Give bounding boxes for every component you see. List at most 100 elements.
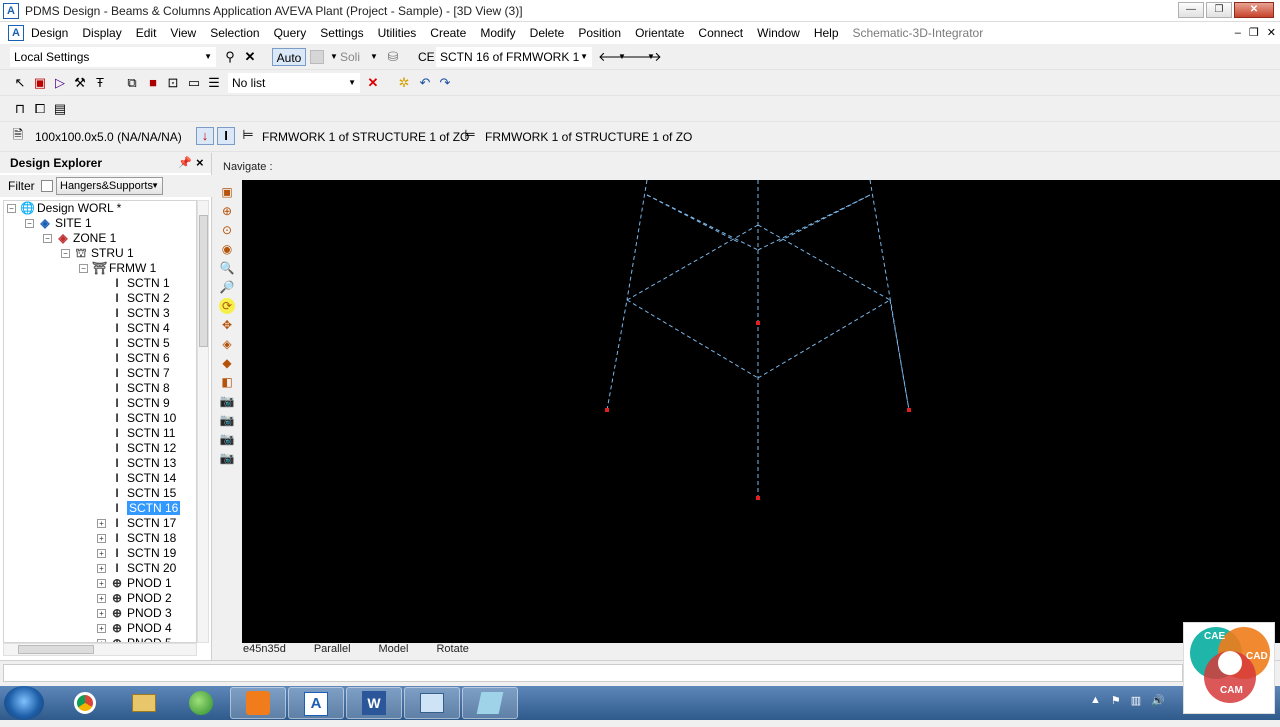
tree-node[interactable]: − ⛩ FRMW 1 — [79, 261, 156, 276]
globe-taskbar-icon[interactable] — [173, 687, 229, 719]
menu-query[interactable]: Query — [267, 22, 314, 44]
structural-member-line[interactable] — [626, 179, 648, 301]
camera-1-icon[interactable]: 📷 — [219, 393, 235, 409]
windows-start-button[interactable] — [4, 686, 44, 720]
maximize-button[interactable]: ❐ — [1206, 2, 1232, 18]
tree-node[interactable]: I SCTN 5 — [97, 336, 169, 351]
aveva-menu-icon[interactable]: A — [8, 25, 24, 41]
auto-button[interactable]: Auto — [272, 48, 306, 66]
chevron-down-icon[interactable]: ▼ — [366, 49, 382, 65]
structural-member-line[interactable] — [869, 179, 910, 411]
pin-icon[interactable]: 📌 — [178, 156, 192, 169]
tree-node[interactable]: I SCTN 15 — [97, 486, 176, 501]
structural-node-marker[interactable] — [756, 496, 760, 500]
save-icon[interactable]: ■ — [145, 75, 161, 91]
tree-expander-icon[interactable]: + — [97, 519, 106, 529]
list-combo[interactable]: No list ▼ — [228, 73, 360, 93]
owner-tree-icon[interactable]: ⊨ — [462, 127, 478, 143]
tree-node[interactable]: + ⊕ PNOD 2 — [97, 591, 172, 606]
tree-node[interactable]: I SCTN 3 — [97, 306, 169, 321]
save-as-icon[interactable]: ⊡ — [165, 75, 181, 91]
menu-orientate[interactable]: Orientate — [628, 22, 691, 44]
tree-node[interactable]: I SCTN 9 — [97, 396, 169, 411]
close-icon[interactable]: × — [196, 155, 204, 170]
document-icon[interactable]: 🗎 — [10, 127, 26, 143]
copy-icon[interactable]: ⧉ — [124, 75, 140, 91]
camera-3-icon[interactable]: 📷 — [219, 431, 235, 447]
tree-node[interactable]: I SCTN 11 — [97, 426, 175, 441]
tree-node[interactable]: + ⊕ PNOD 4 — [97, 621, 172, 636]
binoculars-icon[interactable]: ⚲ — [222, 49, 238, 65]
menu-utilities[interactable]: Utilities — [371, 22, 424, 44]
redo-icon[interactable]: ↷ — [437, 75, 453, 91]
orange-app-taskbar-icon[interactable] — [230, 687, 286, 719]
text-tool-icon[interactable]: Ŧ — [92, 75, 108, 91]
camera-4-icon[interactable]: 📷 — [219, 450, 235, 466]
menu-window[interactable]: Window — [750, 22, 807, 44]
tree-horizontal-scrollbar[interactable] — [3, 643, 197, 656]
tree-node[interactable]: I SCTN 8 — [97, 381, 169, 396]
undo-icon[interactable]: ↶ — [417, 75, 433, 91]
tree-node[interactable]: I SCTN 2 — [97, 291, 169, 306]
zoom-in-icon[interactable]: 🔎 — [219, 279, 235, 295]
mdi-close-button[interactable]: ✕ — [1267, 22, 1276, 44]
volume-icon[interactable]: 🔊 — [1151, 694, 1165, 707]
filter-combo[interactable]: Hangers&Supports ▼ — [56, 177, 163, 195]
tree-node[interactable]: − ⛫ STRU 1 — [61, 246, 134, 261]
tree-node[interactable]: I SCTN 10 — [97, 411, 176, 426]
iso-view-icon[interactable]: ◈ — [219, 336, 235, 352]
tree-expander-icon[interactable]: − — [25, 219, 34, 229]
menu-help[interactable]: Help — [807, 22, 846, 44]
save-work-icon[interactable]: ▣ — [32, 75, 48, 91]
elevation-view-icon[interactable]: ◧ — [219, 374, 235, 390]
tree-node[interactable]: + I SCTN 17 — [97, 516, 176, 531]
frame-icon[interactable]: ⊓ — [12, 101, 28, 117]
pan-icon[interactable]: ✥ — [219, 317, 235, 333]
menu-connect[interactable]: Connect — [691, 22, 750, 44]
owner-tree-icon[interactable]: ⊨ — [240, 127, 256, 143]
tree-expander-icon[interactable]: + — [97, 579, 106, 589]
rotate-icon[interactable]: ⟳ — [219, 298, 235, 314]
ce-combo[interactable]: SCTN 16 of FRMWORK 1 of S ▼ — [436, 47, 592, 82]
tree-node[interactable]: I SCTN 7 — [97, 366, 169, 381]
tree-node[interactable]: I SCTN 13 — [97, 456, 176, 471]
walk-icon[interactable]: ◉ — [219, 241, 235, 257]
menu-position[interactable]: Position — [571, 22, 628, 44]
tree-node[interactable]: I SCTN 12 — [97, 441, 176, 456]
scrollbar-thumb[interactable] — [199, 215, 208, 347]
tree-vertical-scrollbar[interactable] — [197, 200, 209, 643]
minimize-button[interactable]: — — [1178, 2, 1204, 18]
chevron-down-icon[interactable]: ▼ — [643, 49, 659, 65]
mdi-restore-button[interactable]: ❐ — [1249, 22, 1259, 44]
delete-red-x-icon[interactable]: ✕ — [365, 75, 381, 91]
justification-icon[interactable]: ↓ — [196, 127, 214, 145]
structural-member-line[interactable] — [626, 224, 759, 301]
tree-node[interactable]: + I SCTN 18 — [97, 531, 176, 546]
structural-member-line[interactable] — [626, 299, 759, 379]
menu-create[interactable]: Create — [423, 22, 473, 44]
sparkle-icon[interactable]: ✲ — [396, 75, 412, 91]
color-swatch[interactable] — [310, 50, 324, 64]
menu-edit[interactable]: Edit — [129, 22, 164, 44]
database-icon[interactable]: ⛁ — [385, 49, 401, 65]
structural-member-line[interactable] — [646, 194, 739, 243]
word-taskbar-icon[interactable]: W — [346, 687, 402, 719]
tree-node[interactable]: I SCTN 1 — [97, 276, 169, 291]
chrome-taskbar-icon[interactable] — [57, 687, 113, 719]
section-icon[interactable]: I — [217, 127, 235, 145]
menu-view[interactable]: View — [163, 22, 203, 44]
tree-node[interactable]: + ⊕ PNOD 3 — [97, 606, 172, 621]
menu-modify[interactable]: Modify — [473, 22, 522, 44]
notepad-taskbar-icon[interactable] — [404, 687, 460, 719]
zoom-window-icon[interactable]: ⊕ — [219, 203, 235, 219]
tree-node[interactable]: + I SCTN 20 — [97, 561, 176, 576]
tree-expander-icon[interactable]: + — [97, 534, 106, 544]
file-explorer-taskbar-icon[interactable] — [116, 687, 172, 719]
clear-icon[interactable]: ✕ — [242, 49, 258, 65]
aveva-pdms-taskbar-icon[interactable]: A — [288, 687, 344, 719]
close-button[interactable]: ✕ — [1234, 2, 1274, 18]
tree-expander-icon[interactable]: − — [7, 204, 16, 214]
select-pointer-icon[interactable]: ↖ — [12, 75, 28, 91]
tree-node[interactable]: I SCTN 4 — [97, 321, 169, 336]
tree-expander-icon[interactable]: + — [97, 594, 106, 604]
